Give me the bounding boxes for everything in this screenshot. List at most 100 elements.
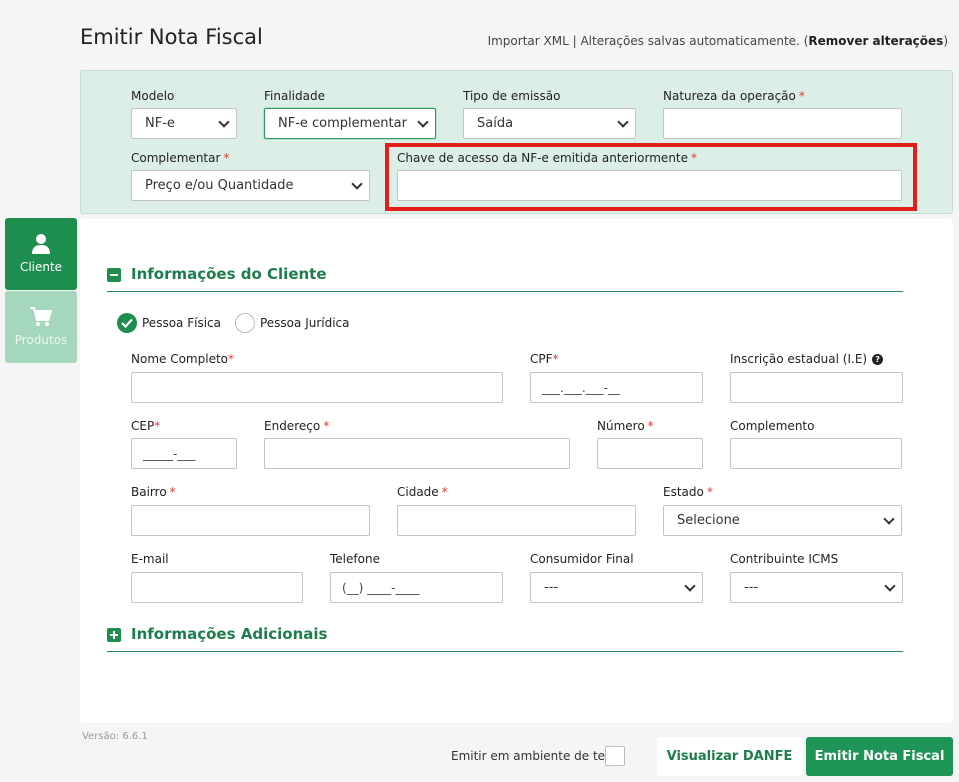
cidade-label: Cidade * — [397, 485, 448, 499]
cep-input[interactable]: _____-___ — [131, 438, 237, 469]
user-icon — [32, 234, 50, 254]
ie-input[interactable] — [730, 372, 903, 403]
adicionais-section-header[interactable]: Informações Adicionais — [107, 625, 903, 652]
person-type-group: Pessoa Física Pessoa Jurídica — [117, 313, 364, 333]
chevron-down-icon — [884, 579, 896, 592]
finalidade-label: Finalidade — [264, 89, 325, 103]
contribuinte-icms-label: Contribuinte ICMS — [730, 552, 839, 566]
check-icon — [121, 318, 133, 328]
endereco-input[interactable] — [264, 438, 570, 469]
tipo-emissao-select[interactable]: Saída — [463, 108, 636, 139]
sidebar-item-cliente[interactable]: Cliente — [5, 218, 77, 290]
cep-label: CEP* — [131, 419, 160, 433]
pessoa-fisica-radio[interactable] — [117, 313, 137, 333]
cpf-input[interactable]: ___.___.___-__ — [530, 372, 703, 403]
bairro-label-text: Bairro — [131, 485, 167, 499]
required-mark: * — [706, 485, 713, 499]
cliente-section-header[interactable]: Informações do Cliente — [107, 265, 903, 292]
header-links: Importar XML | Alterações salvas automat… — [488, 34, 948, 48]
header-separator: | — [572, 34, 577, 48]
modelo-label: Modelo — [131, 89, 175, 103]
modelo-select[interactable]: NF-e — [131, 108, 237, 139]
endereco-label: Endereço * — [264, 419, 329, 433]
emit-invoice-button[interactable]: Emitir Nota Fiscal — [806, 737, 953, 776]
consumidor-final-value: --- — [544, 580, 559, 595]
remove-close-paren: ) — [943, 34, 948, 48]
bairro-label: Bairro * — [131, 485, 176, 499]
natureza-label: Natureza da operação * — [663, 89, 805, 103]
cep-label-text: CEP — [131, 419, 155, 433]
pessoa-juridica-label: Pessoa Jurídica — [259, 316, 350, 330]
version-label: Versão: 6.6.1 — [82, 731, 148, 742]
required-mark: * — [552, 352, 559, 366]
cart-icon — [30, 307, 52, 326]
required-mark: * — [228, 352, 234, 366]
view-danfe-button[interactable]: Visualizar DANFE — [657, 737, 802, 776]
collapse-icon[interactable] — [107, 267, 121, 282]
cidade-input[interactable] — [397, 505, 636, 536]
pessoa-juridica-radio[interactable] — [234, 313, 255, 333]
nome-label: Nome Completo* — [131, 352, 234, 366]
required-mark: * — [154, 419, 161, 433]
tipo-emissao-label: Tipo de emissão — [463, 89, 561, 103]
remove-changes-link[interactable]: Remover alterações — [808, 34, 943, 48]
pessoa-fisica-label: Pessoa Física — [142, 316, 221, 330]
help-icon[interactable]: ? — [872, 354, 884, 365]
contribuinte-icms-select[interactable]: --- — [730, 572, 903, 603]
consumidor-final-label: Consumidor Final — [530, 552, 634, 566]
test-env-label: Emitir em ambiente de teste — [451, 749, 624, 763]
finalidade-select[interactable]: NF-e complementar — [264, 108, 436, 139]
cpf-label: CPF* — [530, 352, 559, 366]
cliente-section-title: Informações do Cliente — [131, 265, 327, 283]
chevron-down-icon — [883, 512, 895, 525]
chevron-down-icon — [617, 115, 629, 128]
numero-input[interactable] — [597, 438, 703, 469]
nome-input[interactable] — [131, 372, 503, 403]
required-mark: * — [441, 485, 448, 499]
endereco-label-text: Endereço — [264, 419, 321, 433]
page-title: Emitir Nota Fiscal — [80, 25, 263, 49]
ie-label-text: Inscrição estadual (I.E) — [730, 352, 868, 366]
cpf-label-text: CPF — [530, 352, 553, 366]
nome-label-text: Nome Completo — [131, 352, 228, 366]
consumidor-final-select[interactable]: --- — [530, 572, 703, 603]
chevron-down-icon — [417, 115, 429, 128]
cidade-label-text: Cidade — [397, 485, 439, 499]
required-mark: * — [223, 151, 230, 165]
complementar-label-text: Complementar — [131, 151, 221, 165]
complemento-input[interactable] — [730, 438, 902, 469]
estado-value: Selecione — [677, 513, 740, 528]
email-input[interactable] — [131, 572, 303, 603]
modelo-value: NF-e — [145, 116, 175, 131]
autosave-status: Alterações salvas automaticamente. — [580, 34, 800, 48]
email-label: E-mail — [131, 552, 169, 566]
required-mark: * — [169, 485, 176, 499]
numero-label-text: Número — [597, 419, 645, 433]
contribuinte-icms-value: --- — [744, 580, 759, 595]
finalidade-value: NF-e complementar — [278, 116, 407, 131]
ie-label: Inscrição estadual (I.E)? — [730, 352, 884, 366]
telefone-label: Telefone — [330, 552, 380, 566]
estado-label-text: Estado — [663, 485, 704, 499]
sidebar-item-label: Cliente — [19, 260, 63, 274]
sidebar-item-produtos[interactable]: Produtos — [5, 291, 77, 363]
bairro-input[interactable] — [131, 505, 370, 536]
required-mark: * — [647, 419, 654, 433]
chevron-down-icon — [218, 115, 230, 128]
natureza-label-text: Natureza da operação — [663, 89, 796, 103]
tipo-emissao-value: Saída — [477, 116, 514, 131]
natureza-input[interactable] — [663, 108, 902, 139]
test-env-checkbox[interactable] — [605, 746, 625, 766]
required-mark: * — [323, 419, 330, 433]
adicionais-section-title: Informações Adicionais — [131, 625, 328, 643]
import-xml-link[interactable]: Importar XML — [488, 34, 569, 48]
expand-icon[interactable] — [107, 627, 121, 642]
chevron-down-icon — [684, 579, 696, 592]
complementar-value: Preço e/ou Quantidade — [145, 178, 294, 193]
estado-select[interactable]: Selecione — [663, 505, 902, 536]
chevron-down-icon — [351, 177, 363, 190]
complemento-label: Complemento — [730, 419, 815, 433]
complementar-select[interactable]: Preço e/ou Quantidade — [131, 170, 370, 201]
numero-label: Número * — [597, 419, 654, 433]
telefone-input[interactable]: (__) ____-____ — [330, 572, 503, 603]
